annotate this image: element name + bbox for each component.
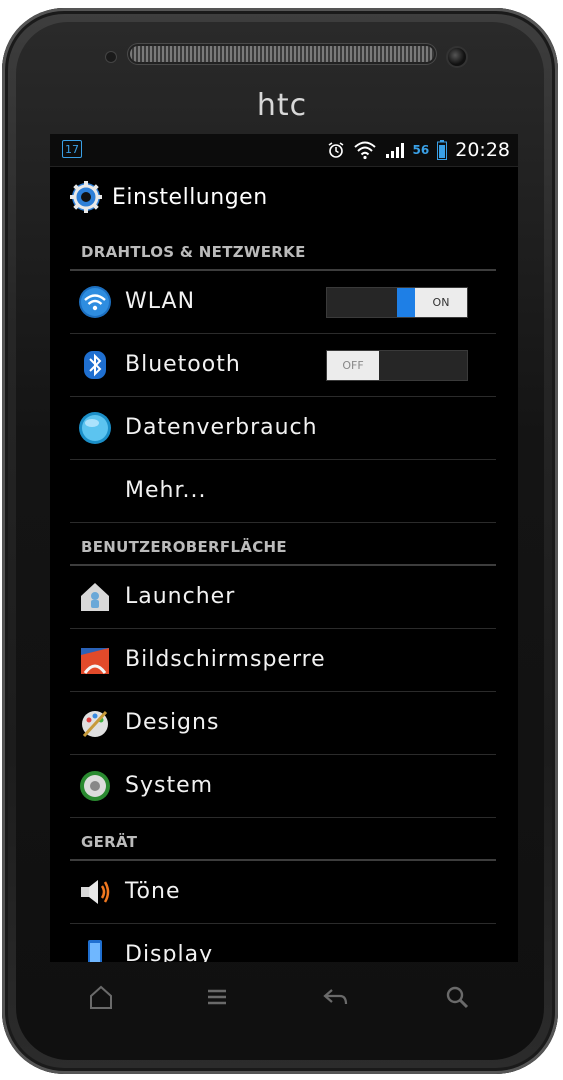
back-icon[interactable] [320,982,350,1012]
settings-item-label: Bildschirmsperre [125,647,326,672]
section-title: DRAHTLOS & NETZWERKE [81,243,306,261]
settings-item-bluetooth[interactable]: Bluetooth OFF [70,334,496,397]
search-icon[interactable] [442,982,472,1012]
home-icon[interactable] [86,982,116,1012]
bluetooth-icon [84,351,106,379]
gear-icon [70,181,102,213]
wlan-toggle[interactable]: ON [326,287,468,318]
toggle-knob: ON [415,288,467,317]
cell-signal-icon [385,143,404,158]
bluetooth-toggle[interactable]: OFF [326,350,468,381]
calendar-icon: 17 [62,140,82,158]
settings-item-label: Designs [125,710,220,735]
display-icon [88,940,102,962]
navigation-bar [16,962,546,1042]
settings-item-label: Töne [125,879,181,904]
settings-item-sounds[interactable]: Töne [70,861,496,924]
battery-icon [437,140,448,160]
settings-item-label: Mehr... [125,478,207,503]
toggle-knob: OFF [327,351,379,380]
section-header-device: GERÄT [70,819,496,861]
screen: 17 56 20:28 Einstellungen DRAHTLOS & NET… [50,134,518,962]
action-bar: Einstellungen [50,167,518,227]
settings-item-system[interactable]: System [70,755,496,818]
network-type: 56 [412,143,430,157]
speaker-icon [81,880,110,904]
settings-item-wlan[interactable]: WLAN ON [70,271,496,334]
designs-icon [82,710,108,738]
status-bar: 17 56 20:28 [50,134,518,167]
settings-item-launcher[interactable]: Launcher [70,566,496,629]
settings-item-label: Display [125,942,214,962]
system-icon [80,771,110,801]
toggle-on-indicator [397,288,415,317]
section-title: BENUTZEROBERFLÄCHE [81,538,287,556]
earpiece-speaker [130,46,434,62]
wifi-icon [79,286,111,318]
section-header-user-interface: BENUTZEROBERFLÄCHE [70,524,496,566]
launcher-icon [81,583,109,611]
settings-item-label: Bluetooth [125,352,241,377]
alarm-icon [328,142,343,158]
front-camera [448,48,466,66]
phone-frame: htc 17 56 20:28 Einstellungen DRAHTLOS &… [2,8,558,1074]
settings-item-data-usage[interactable]: Datenverbrauch [70,397,496,460]
page-title: Einstellungen [112,184,268,210]
settings-item-more[interactable]: Mehr... [70,460,496,523]
settings-item-label: System [125,773,214,798]
clock: 20:28 [455,139,510,161]
settings-item-label: Launcher [125,584,236,609]
menu-icon[interactable] [202,982,232,1012]
brand-logo: htc [256,88,308,123]
section-header-wireless: DRAHTLOS & NETZWERKE [70,229,496,271]
settings-item-label: WLAN [125,289,196,314]
proximity-sensor [106,52,116,62]
section-title: GERÄT [81,833,138,851]
settings-item-display[interactable]: Display [70,924,496,962]
wifi-signal-icon [353,141,376,160]
data-usage-icon [79,412,111,444]
settings-item-lockscreen[interactable]: Bildschirmsperre [70,629,496,692]
settings-item-label: Datenverbrauch [125,415,318,440]
settings-item-designs[interactable]: Designs [70,692,496,755]
lockscreen-icon [81,648,109,674]
